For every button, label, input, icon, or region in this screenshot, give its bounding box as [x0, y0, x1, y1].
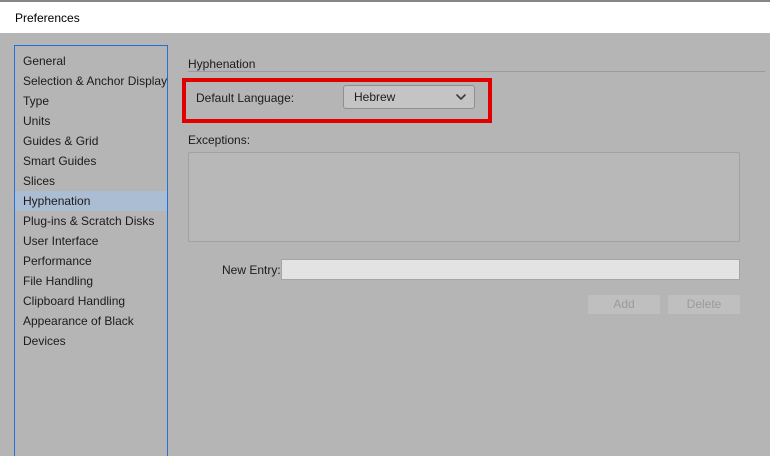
- sidebar-item-units[interactable]: Units: [15, 111, 167, 131]
- sidebar-item-hyphenation[interactable]: Hyphenation: [15, 191, 167, 211]
- preferences-category-list: General Selection & Anchor Display Type …: [14, 45, 168, 456]
- sidebar-item-selection-anchor-display[interactable]: Selection & Anchor Display: [15, 71, 167, 91]
- panel-title-separator: [188, 71, 765, 72]
- exceptions-label: Exceptions:: [188, 133, 251, 147]
- add-button[interactable]: Add: [588, 295, 660, 314]
- sidebar-item-type[interactable]: Type: [15, 91, 167, 111]
- delete-button[interactable]: Delete: [668, 295, 740, 314]
- preferences-dialog-body: General Selection & Anchor Display Type …: [0, 33, 770, 456]
- sidebar-item-performance[interactable]: Performance: [15, 251, 167, 271]
- sidebar-item-guides-grid[interactable]: Guides & Grid: [15, 131, 167, 151]
- sidebar-item-appearance-of-black[interactable]: Appearance of Black: [15, 311, 167, 331]
- sidebar-item-smart-guides[interactable]: Smart Guides: [15, 151, 167, 171]
- exceptions-listbox[interactable]: [188, 152, 740, 242]
- dialog-titlebar: Preferences: [0, 0, 770, 33]
- sidebar-item-devices[interactable]: Devices: [15, 331, 167, 351]
- sidebar-item-plugins-scratch-disks[interactable]: Plug-ins & Scratch Disks: [15, 211, 167, 231]
- new-entry-label: New Entry:: [222, 263, 281, 277]
- sidebar-item-user-interface[interactable]: User Interface: [15, 231, 167, 251]
- sidebar-item-clipboard-handling[interactable]: Clipboard Handling: [15, 291, 167, 311]
- sidebar-item-slices[interactable]: Slices: [15, 171, 167, 191]
- default-language-value: Hebrew: [354, 90, 396, 104]
- default-language-dropdown[interactable]: Hebrew: [343, 85, 475, 109]
- sidebar-item-file-handling[interactable]: File Handling: [15, 271, 167, 291]
- panel-title: Hyphenation: [188, 57, 256, 71]
- chevron-down-icon: [456, 94, 466, 100]
- default-language-label: Default Language:: [196, 91, 295, 105]
- dialog-title: Preferences: [15, 11, 80, 25]
- sidebar-item-general[interactable]: General: [15, 51, 167, 71]
- new-entry-input[interactable]: [281, 259, 740, 280]
